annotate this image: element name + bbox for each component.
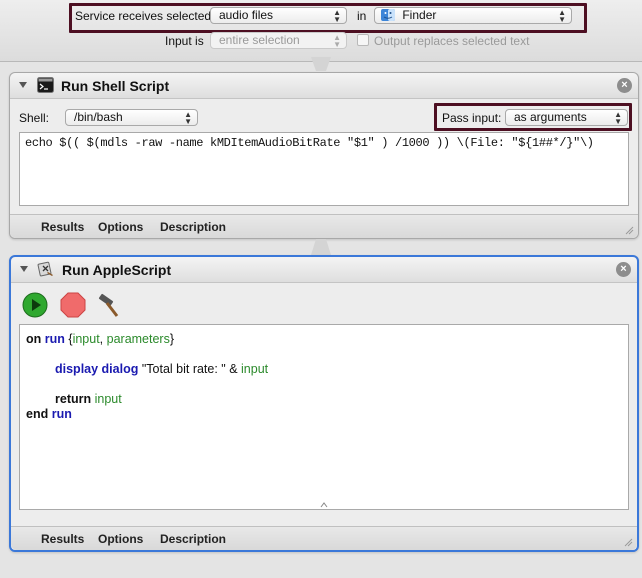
service-app-popup[interactable]: Finder ▲ ▼ bbox=[374, 7, 572, 24]
finder-icon bbox=[381, 9, 395, 21]
variable-input: input bbox=[91, 392, 122, 406]
tab-options[interactable]: Options bbox=[98, 532, 143, 546]
action-title: Run AppleScript bbox=[62, 262, 172, 278]
shell-popup[interactable]: /bin/bash ▲ ▼ bbox=[65, 109, 198, 126]
popup-arrows-icon: ▲ ▼ bbox=[333, 8, 341, 24]
service-app-value: Finder bbox=[402, 8, 437, 22]
run-shell-script-action: Run Shell Script × Shell: /bin/bash ▲ ▼ P… bbox=[9, 72, 639, 239]
shell-script-editor[interactable]: echo $(( $(mdls -raw -name kMDItemAudioB… bbox=[19, 132, 629, 206]
keyword-return: return bbox=[55, 392, 92, 406]
output-replaces-label: Output replaces selected text bbox=[374, 34, 530, 48]
input-is-popup[interactable]: entire selection ▲ ▼ bbox=[210, 32, 347, 49]
code-punct: , bbox=[99, 332, 107, 346]
input-is-value: entire selection bbox=[219, 33, 300, 47]
flow-connector-notch bbox=[311, 239, 331, 255]
code-punct: } bbox=[169, 332, 175, 346]
pass-input-label: Pass input: bbox=[442, 111, 502, 125]
compile-hammer-icon[interactable] bbox=[96, 292, 122, 318]
close-action-icon[interactable]: × bbox=[616, 262, 631, 277]
applescript-icon bbox=[37, 260, 55, 278]
tab-options[interactable]: Options bbox=[98, 220, 143, 234]
resize-grip-icon[interactable] bbox=[624, 225, 634, 235]
popup-arrows-icon: ▲ ▼ bbox=[614, 110, 622, 126]
action-bottom-tabs: Results Options Description bbox=[10, 214, 638, 238]
shell-label: Shell: bbox=[19, 111, 50, 125]
keyword-display-dialog: display dialog bbox=[55, 362, 139, 376]
service-type-value: audio files bbox=[219, 8, 274, 22]
keyword-run: run bbox=[48, 407, 72, 421]
pass-input-value: as arguments bbox=[514, 110, 587, 124]
tab-description[interactable]: Description bbox=[160, 532, 226, 546]
in-label: in bbox=[357, 9, 367, 23]
stop-icon[interactable] bbox=[60, 292, 86, 318]
flow-connector-notch bbox=[311, 57, 331, 71]
code-line-1: on run {input, parameters} bbox=[26, 332, 174, 346]
tab-results[interactable]: Results bbox=[41, 532, 84, 546]
code-line-2: display dialog "Total bit rate: " & inpu… bbox=[55, 362, 268, 376]
popup-arrows-icon: ▲ ▼ bbox=[333, 33, 341, 49]
tab-results[interactable]: Results bbox=[41, 220, 84, 234]
pass-input-popup[interactable]: as arguments ▲ ▼ bbox=[505, 109, 628, 126]
shell-value: /bin/bash bbox=[74, 110, 123, 124]
output-replaces-checkbox[interactable] bbox=[357, 34, 369, 46]
resize-grip-icon[interactable] bbox=[623, 537, 633, 547]
close-action-icon[interactable]: × bbox=[617, 78, 632, 93]
variable-parameters: parameters bbox=[106, 332, 170, 346]
code-line-3: return input bbox=[55, 392, 122, 406]
input-is-label: Input is bbox=[165, 34, 204, 48]
disclosure-triangle-icon[interactable] bbox=[20, 266, 28, 272]
code-line-4: end run bbox=[26, 407, 72, 421]
keyword-run: run bbox=[44, 332, 65, 346]
action-title: Run Shell Script bbox=[61, 78, 170, 94]
popup-arrows-icon: ▲ ▼ bbox=[558, 8, 566, 24]
disclosure-triangle-icon[interactable] bbox=[19, 82, 27, 88]
popup-arrows-icon: ▲ ▼ bbox=[184, 110, 192, 126]
variable-input: input bbox=[72, 332, 100, 346]
terminal-icon bbox=[37, 77, 54, 93]
tab-description[interactable]: Description bbox=[160, 220, 226, 234]
action-header: Run AppleScript × bbox=[11, 257, 637, 283]
applescript-editor[interactable]: on run {input, parameters} display dialo… bbox=[19, 324, 629, 510]
keyword-on: on bbox=[26, 332, 42, 346]
code-string: "Total bit rate: " & bbox=[138, 362, 242, 376]
service-receives-label: Service receives selected bbox=[75, 9, 212, 23]
run-icon[interactable] bbox=[22, 292, 48, 318]
code-punct: { bbox=[64, 332, 73, 346]
keyword-end: end bbox=[26, 407, 49, 421]
action-bottom-tabs: Results Options Description bbox=[11, 526, 637, 550]
shell-script-text: echo $(( $(mdls -raw -name kMDItemAudioB… bbox=[25, 136, 594, 150]
action-header: Run Shell Script × bbox=[10, 73, 638, 99]
run-applescript-action: Run AppleScript × on run {input, paramet… bbox=[9, 255, 639, 552]
service-type-popup[interactable]: audio files ▲ ▼ bbox=[210, 7, 347, 24]
split-handle-icon[interactable] bbox=[320, 502, 328, 508]
variable-input: input bbox=[241, 362, 269, 376]
